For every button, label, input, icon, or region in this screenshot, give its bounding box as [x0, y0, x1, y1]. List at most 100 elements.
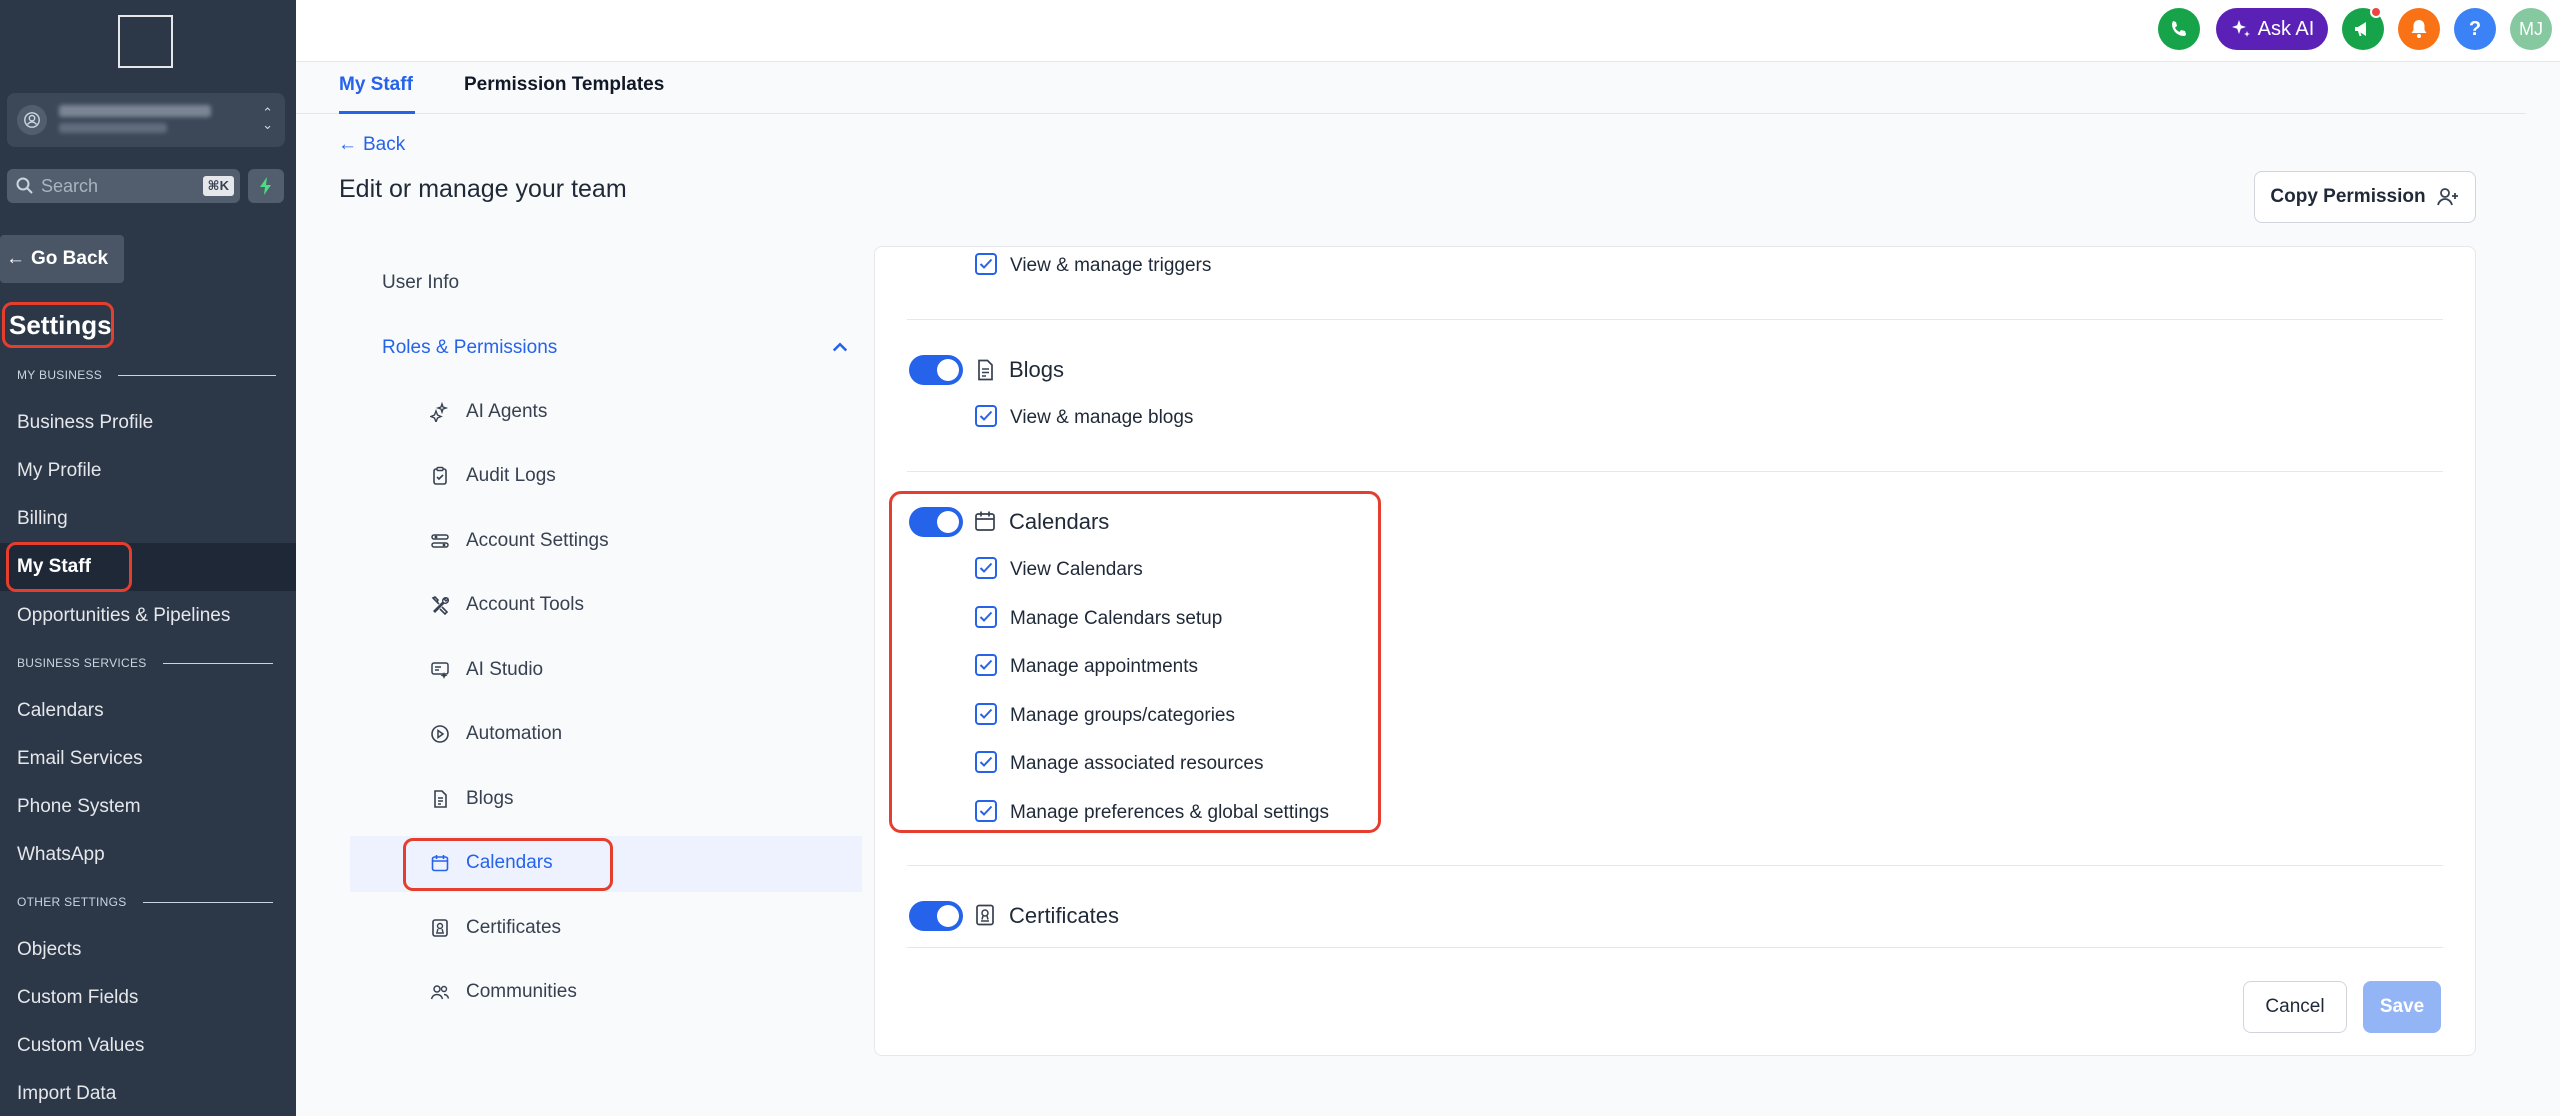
menu-calendars[interactable]: Calendars: [430, 852, 553, 874]
sliders-icon: [431, 534, 449, 548]
section-my-business: MY BUSINESS: [17, 368, 277, 382]
sidebar-item-whatsapp[interactable]: WhatsApp: [17, 844, 105, 866]
account-name-redacted: [59, 105, 211, 117]
menu-ai-agents[interactable]: AI Agents: [430, 401, 547, 423]
menu-audit-logs[interactable]: Audit Logs: [430, 465, 556, 487]
lightning-icon: [260, 177, 271, 195]
tab-active-indicator: [339, 111, 415, 114]
menu-account-tools[interactable]: Account Tools: [430, 594, 584, 616]
menu-user-info[interactable]: User Info: [382, 272, 459, 294]
checkbox-view-calendars[interactable]: [975, 557, 997, 579]
sidebar-item-my-profile[interactable]: My Profile: [17, 460, 101, 482]
check-icon: [979, 805, 993, 816]
menu-account-settings[interactable]: Account Settings: [430, 530, 609, 552]
module-title-calendars: Calendars: [1009, 509, 1110, 534]
checkbox-manage-resources[interactable]: [975, 751, 997, 773]
menu-blogs[interactable]: Blogs: [430, 788, 514, 810]
ask-ai-button[interactable]: Ask AI: [2216, 8, 2328, 50]
sidebar-item-opportunities[interactable]: Opportunities & Pipelines: [17, 605, 230, 627]
sidebar-item-import-data[interactable]: Import Data: [17, 1083, 116, 1105]
tab-my-staff[interactable]: My Staff: [339, 74, 413, 96]
go-back-button[interactable]: ← Go Back: [0, 235, 124, 283]
checkbox-manage-appointments[interactable]: [975, 654, 997, 676]
sidebar-item-billing[interactable]: Billing: [17, 508, 68, 530]
clipboard-check-icon: [433, 466, 447, 485]
menu-communities[interactable]: Communities: [430, 981, 577, 1003]
sidebar-item-custom-values[interactable]: Custom Values: [17, 1035, 144, 1057]
divider: [907, 947, 2443, 948]
save-button[interactable]: Save: [2363, 981, 2441, 1033]
toggle-certificates[interactable]: [909, 901, 963, 931]
checkbox-view-manage-blogs[interactable]: [975, 405, 997, 427]
sidebar-item-my-staff[interactable]: My Staff: [17, 556, 91, 578]
check-icon: [979, 562, 993, 573]
top-bar: Ask AI ? MJ: [296, 0, 2560, 62]
ai-studio-icon: [431, 662, 449, 679]
divider: [907, 865, 2443, 866]
checkbox-manage-preferences[interactable]: [975, 800, 997, 822]
sidebar-item-email-services[interactable]: Email Services: [17, 748, 143, 770]
sidebar: ⌃⌄ ⌘K ← Go Back Settings MY BUSINESS Bus…: [0, 0, 296, 1116]
chevron-updown-icon: ⌃ ⌄: [262, 105, 273, 132]
search-box[interactable]: ⌘K: [7, 169, 240, 203]
quick-action-button[interactable]: [248, 169, 284, 203]
search-icon: [16, 177, 33, 194]
label-view-manage-triggers: View & manage triggers: [1010, 255, 1212, 276]
tools-icon: [431, 596, 449, 615]
toggle-blogs[interactable]: [909, 355, 963, 385]
bell-icon: [2411, 20, 2427, 38]
document-icon: [434, 790, 447, 808]
label-manage-calendars-setup: Manage Calendars setup: [1010, 608, 1223, 629]
copy-permission-button[interactable]: Copy Permission: [2254, 171, 2476, 223]
back-link[interactable]: ← Back: [338, 134, 405, 156]
arrow-left-icon: ←: [338, 134, 357, 155]
menu-ai-studio[interactable]: AI Studio: [430, 659, 543, 681]
menu-certificates[interactable]: Certificates: [430, 917, 561, 939]
label-manage-resources: Manage associated resources: [1010, 753, 1264, 774]
menu-roles-permissions[interactable]: Roles & Permissions: [382, 337, 850, 359]
module-title-certificates: Certificates: [1009, 903, 1120, 928]
check-icon: [979, 756, 993, 767]
user-avatar[interactable]: MJ: [2510, 8, 2552, 50]
checkbox-manage-calendars-setup[interactable]: [975, 606, 997, 628]
sidebar-item-custom-fields[interactable]: Custom Fields: [17, 987, 138, 1009]
check-icon: [979, 410, 993, 421]
permissions-panel: View & manage triggers Blogs View & mana…: [874, 246, 2476, 1056]
sidebar-item-calendars[interactable]: Calendars: [17, 700, 104, 722]
search-input[interactable]: [41, 175, 191, 197]
toggle-calendars[interactable]: [909, 507, 963, 537]
users-icon: [430, 985, 450, 1000]
search-shortcut: ⌘K: [202, 176, 234, 196]
megaphone-icon: [2355, 22, 2366, 36]
account-icon: [17, 105, 47, 135]
help-button[interactable]: ?: [2454, 8, 2496, 50]
cancel-button[interactable]: Cancel: [2243, 981, 2347, 1033]
check-icon: [979, 611, 993, 622]
sidebar-item-business-profile[interactable]: Business Profile: [17, 412, 153, 434]
calendar-icon: [431, 855, 449, 872]
account-switcher[interactable]: ⌃ ⌄: [7, 93, 285, 147]
menu-automation[interactable]: Automation: [430, 723, 562, 745]
sparkle-icon: [2231, 20, 2250, 37]
user-plus-icon: [2436, 188, 2458, 206]
document-icon: [978, 359, 993, 381]
sidebar-item-objects[interactable]: Objects: [17, 939, 81, 961]
help-icon: ?: [2468, 17, 2482, 40]
module-title-blogs: Blogs: [1009, 357, 1065, 382]
label-manage-appointments: Manage appointments: [1010, 656, 1199, 677]
check-icon: [979, 258, 993, 269]
sidebar-item-phone-system[interactable]: Phone System: [17, 796, 141, 818]
certificate-icon: [976, 904, 994, 926]
phone-icon: [2172, 21, 2186, 36]
checkbox-view-manage-triggers[interactable]: [975, 253, 997, 275]
checkbox-manage-groups[interactable]: [975, 703, 997, 725]
arrow-left-icon: ←: [6, 248, 25, 269]
notifications-button[interactable]: [2398, 8, 2440, 50]
chevron-up-icon: [832, 342, 848, 352]
logo: [118, 15, 173, 68]
tab-permission-templates[interactable]: Permission Templates: [464, 74, 664, 96]
account-address-redacted: [59, 123, 167, 133]
check-icon: [979, 708, 993, 719]
label-manage-preferences: Manage preferences & global settings: [1010, 802, 1329, 823]
phone-button[interactable]: [2158, 8, 2200, 50]
